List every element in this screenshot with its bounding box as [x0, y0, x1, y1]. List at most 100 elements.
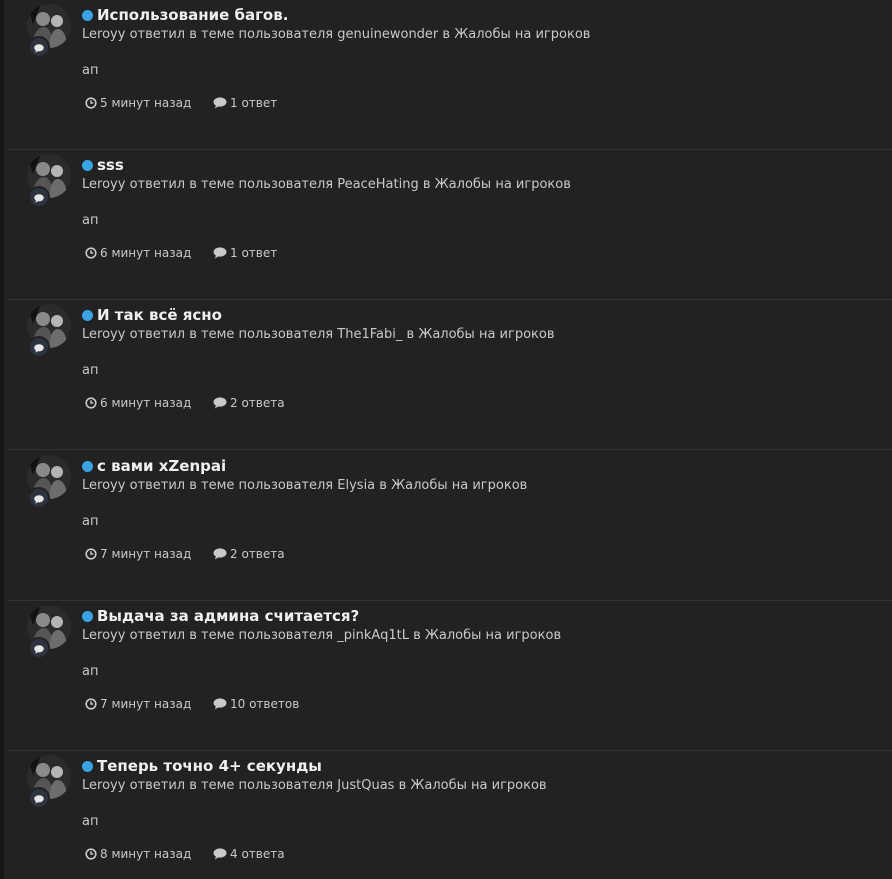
topic-title[interactable]: Выдача за админа считается? [97, 607, 359, 625]
post-snippet: ап [82, 363, 99, 378]
topic-title[interactable]: Теперь точно 4+ секунды [97, 757, 322, 775]
unread-dot [82, 159, 93, 171]
activity-item: Теперь точно 4+ секунды Leroyy ответил в… [8, 751, 892, 879]
topic-title-link[interactable]: Использование багов. [82, 6, 288, 24]
activity-meta: Leroyy ответил в теме пользователя Peace… [82, 177, 571, 192]
time-text: 6 минут назад [100, 396, 192, 410]
replies-count[interactable]: 10 ответов [213, 697, 299, 711]
post-snippet: ап [82, 213, 99, 228]
action-text: ответил в теме пользователя [129, 478, 334, 493]
replies-text: 10 ответов [230, 697, 300, 711]
replies-count[interactable]: 1 ответ [213, 246, 277, 260]
topic-title[interactable]: Использование багов. [97, 6, 288, 24]
item-stats: 8 минут назад 4 ответа [85, 847, 285, 861]
item-stats: 5 минут назад 1 ответ [85, 96, 277, 110]
timestamp[interactable]: 7 минут назад [85, 547, 213, 561]
in-text: в [406, 327, 415, 342]
forum-link[interactable]: Жалобы на игроков [425, 628, 561, 643]
action-text: ответил в теме пользователя [129, 327, 334, 342]
unread-dot [82, 309, 93, 321]
action-text: ответил в теме пользователя [129, 27, 334, 42]
replies-text: 1 ответ [230, 246, 278, 260]
topic-author-link[interactable]: Elysia [337, 478, 375, 493]
post-snippet: ап [82, 664, 99, 679]
topic-title-link[interactable]: sss [82, 156, 124, 174]
time-text: 5 минут назад [100, 96, 192, 110]
topic-title-link[interactable]: Теперь точно 4+ секунды [82, 757, 322, 775]
time-text: 7 минут назад [100, 547, 192, 561]
topic-author-link[interactable]: JustQuas [337, 778, 394, 793]
item-stats: 6 минут назад 2 ответа [85, 396, 285, 410]
activity-item: И так всё ясно Leroyy ответил в теме пол… [8, 300, 892, 450]
author-link[interactable]: Leroyy [82, 628, 125, 643]
author-link[interactable]: Leroyy [82, 27, 125, 42]
comment-badge [28, 36, 50, 58]
topic-author-link[interactable]: The1Fabi_ [337, 327, 402, 342]
replies-count[interactable]: 4 ответа [213, 847, 285, 861]
replies-count[interactable]: 1 ответ [213, 96, 277, 110]
post-snippet: ап [82, 63, 99, 78]
comment-badge [28, 186, 50, 208]
topic-title-link[interactable]: И так всё ясно [82, 306, 222, 324]
activity-item: Выдача за админа считается? Leroyy ответ… [8, 601, 892, 751]
author-link[interactable]: Leroyy [82, 478, 125, 493]
comment-badge [28, 336, 50, 358]
forum-link[interactable]: Жалобы на игроков [391, 478, 527, 493]
activity-item: Использование багов. Leroyy ответил в те… [8, 0, 892, 150]
clock-icon [85, 97, 97, 109]
timestamp[interactable]: 8 минут назад [85, 847, 213, 861]
time-text: 8 минут назад [100, 847, 192, 861]
author-link[interactable]: Leroyy [82, 327, 125, 342]
activity-feed: Использование багов. Leroyy ответил в те… [0, 0, 892, 879]
time-text: 6 минут назад [100, 246, 192, 260]
timestamp[interactable]: 7 минут назад [85, 697, 213, 711]
topic-author-link[interactable]: _pinkAq1tL [337, 628, 409, 643]
action-text: ответил в теме пользователя [129, 177, 334, 192]
clock-icon [85, 247, 97, 259]
action-text: ответил в теме пользователя [129, 628, 334, 643]
topic-title-link[interactable]: с вами xZenpai [82, 457, 226, 475]
activity-meta: Leroyy ответил в теме пользователя _pink… [82, 628, 561, 643]
comment-icon [213, 698, 227, 710]
comment-icon [34, 188, 44, 207]
item-stats: 7 минут назад 2 ответа [85, 547, 285, 561]
comment-icon [213, 548, 227, 560]
replies-text: 4 ответа [230, 847, 285, 861]
activity-meta: Leroyy ответил в теме пользователя genui… [82, 27, 590, 42]
comment-icon [213, 247, 227, 259]
in-text: в [413, 628, 421, 643]
author-link[interactable]: Leroyy [82, 177, 125, 192]
timestamp[interactable]: 5 минут назад [85, 96, 213, 110]
activity-meta: Leroyy ответил в теме пользователя JustQ… [82, 778, 547, 793]
activity-meta: Leroyy ответил в теме пользователя Elysi… [82, 478, 527, 493]
time-text: 7 минут назад [100, 697, 192, 711]
post-snippet: ап [82, 514, 99, 529]
topic-title[interactable]: И так всё ясно [97, 306, 222, 324]
topic-title[interactable]: с вами xZenpai [97, 457, 226, 475]
clock-icon [85, 548, 97, 560]
topic-author-link[interactable]: genuinewonder [337, 27, 438, 42]
comment-icon [34, 489, 44, 508]
replies-text: 1 ответ [230, 96, 278, 110]
author-link[interactable]: Leroyy [82, 778, 125, 793]
replies-count[interactable]: 2 ответа [213, 396, 285, 410]
in-text: в [422, 177, 431, 192]
comment-badge [28, 487, 50, 509]
topic-title-link[interactable]: Выдача за админа считается? [82, 607, 359, 625]
in-text: в [398, 778, 407, 793]
forum-link[interactable]: Жалобы на игроков [435, 177, 571, 192]
topic-title[interactable]: sss [97, 156, 124, 174]
replies-text: 2 ответа [230, 396, 285, 410]
topic-author-link[interactable]: PeaceHating [337, 177, 418, 192]
replies-count[interactable]: 2 ответа [213, 547, 285, 561]
forum-link[interactable]: Жалобы на игроков [410, 778, 546, 793]
unread-dot [82, 760, 93, 772]
forum-link[interactable]: Жалобы на игроков [418, 327, 554, 342]
comment-icon [34, 338, 44, 357]
timestamp[interactable]: 6 минут назад [85, 396, 213, 410]
comment-icon [34, 789, 44, 808]
comment-icon [213, 97, 227, 109]
replies-text: 2 ответа [230, 547, 285, 561]
timestamp[interactable]: 6 минут назад [85, 246, 213, 260]
forum-link[interactable]: Жалобы на игроков [454, 27, 590, 42]
